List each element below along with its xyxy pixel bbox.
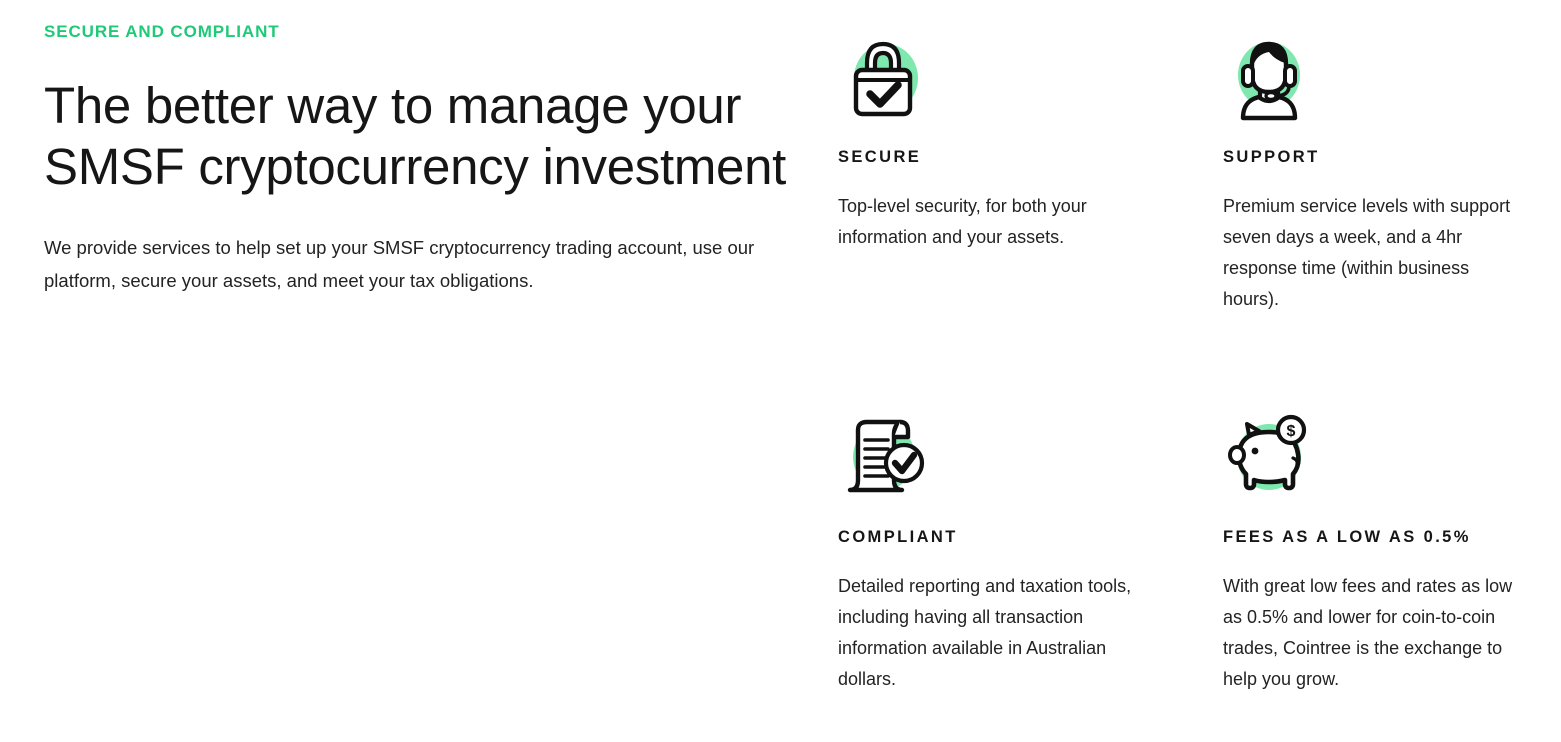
document-check-icon [847, 419, 925, 493]
padlock-check-icon [853, 41, 918, 117]
intro-paragraph: We provide services to help set up your … [44, 236, 755, 292]
feature-title: FEES AS A LOW AS 0.5% [1223, 528, 1471, 546]
feature-title: SUPPORT [1223, 148, 1320, 166]
feature-card-compliant: COMPLIANT Detailed reporting and taxatio… [838, 410, 1223, 695]
section-eyebrow: SECURE AND COMPLIANT [44, 22, 280, 41]
feature-card-secure: SECURE Top-level security, for both your… [838, 30, 1223, 410]
feature-card-support: SUPPORT Premium service levels with supp… [1223, 30, 1538, 410]
piggy-bank-coin-icon: $ [1228, 414, 1307, 491]
feature-description: Top-level security, for both your inform… [838, 195, 1087, 247]
feature-grid: SECURE Top-level security, for both your… [838, 30, 1538, 695]
feature-title: COMPLIANT [838, 528, 958, 546]
feature-description: Premium service levels with support seve… [1223, 195, 1511, 309]
feature-card-fees: $ FEES AS A LOW AS 0.5% With great low f… [1223, 410, 1538, 695]
intro-block: SECURE AND COMPLIANT The better way to m… [44, 22, 804, 298]
svg-text:$: $ [1287, 423, 1296, 440]
page-title: The better way to manage your SMSF crypt… [44, 77, 787, 195]
secure-and-compliant-section: SECURE AND COMPLIANT The better way to m… [0, 0, 1561, 742]
feature-description: Detailed reporting and taxation tools, i… [838, 575, 1132, 689]
feature-description: With great low fees and rates as low as … [1223, 575, 1513, 689]
support-agent-headset-icon [1238, 41, 1300, 121]
feature-title: SECURE [838, 148, 922, 166]
